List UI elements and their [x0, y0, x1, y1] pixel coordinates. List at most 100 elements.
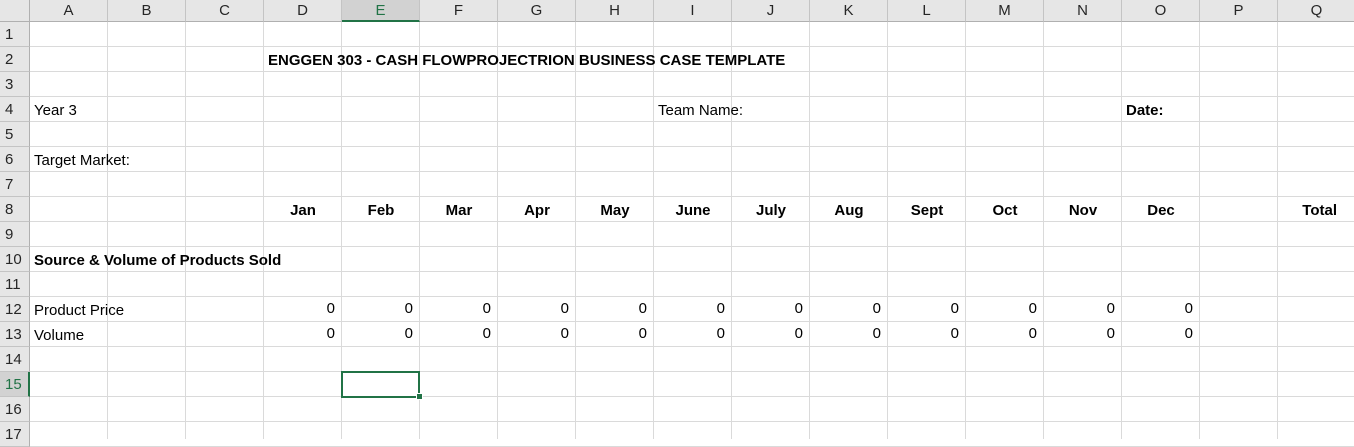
- gridline-vertical: [887, 22, 888, 439]
- gridline-horizontal: [30, 371, 1354, 372]
- row-header-9[interactable]: 9: [0, 222, 30, 247]
- month-header-may[interactable]: May: [576, 199, 654, 223]
- select-all-corner[interactable]: [0, 0, 30, 22]
- column-header-o[interactable]: O: [1122, 0, 1200, 22]
- gridline-horizontal: [30, 46, 1354, 47]
- cell-date-label[interactable]: Date:: [1126, 99, 1164, 123]
- gridline-horizontal: [30, 196, 1354, 197]
- month-header-nov[interactable]: Nov: [1044, 199, 1122, 223]
- month-header-july[interactable]: July: [732, 199, 810, 223]
- month-header-sept[interactable]: Sept: [888, 199, 966, 223]
- month-header-aug[interactable]: Aug: [810, 199, 888, 223]
- product-price-cell-may[interactable]: 0: [576, 297, 650, 321]
- fill-handle[interactable]: [416, 393, 423, 400]
- column-header-i[interactable]: I: [654, 0, 732, 22]
- product-price-cell-mar[interactable]: 0: [420, 297, 494, 321]
- gridline-horizontal: [30, 246, 1354, 247]
- product-price-cell-july[interactable]: 0: [732, 297, 806, 321]
- active-cell-selection[interactable]: [341, 371, 420, 398]
- column-header-g[interactable]: G: [498, 0, 576, 22]
- volume-cell-apr[interactable]: 0: [498, 322, 572, 346]
- column-header-m[interactable]: M: [966, 0, 1044, 22]
- volume-cell-dec[interactable]: 0: [1122, 322, 1196, 346]
- row-header-4[interactable]: 4: [0, 97, 30, 122]
- product-price-cell-aug[interactable]: 0: [810, 297, 884, 321]
- column-header-h[interactable]: H: [576, 0, 654, 22]
- row-header-13[interactable]: 13: [0, 322, 30, 347]
- month-header-feb[interactable]: Feb: [342, 199, 420, 223]
- product-price-cell-feb[interactable]: 0: [342, 297, 416, 321]
- sheet-title[interactable]: ENGGEN 303 - CASH FLOWPROJECTRION BUSINE…: [268, 49, 785, 73]
- row-header-2[interactable]: 2: [0, 47, 30, 72]
- product-price-cell-nov[interactable]: 0: [1044, 297, 1118, 321]
- gridline-horizontal: [30, 146, 1354, 147]
- cell-team-name-label[interactable]: Team Name:: [658, 99, 743, 123]
- gridline-vertical: [263, 22, 264, 439]
- volume-cell-may[interactable]: 0: [576, 322, 650, 346]
- volume-cell-sept[interactable]: 0: [888, 322, 962, 346]
- cell-volume-label[interactable]: Volume: [34, 324, 84, 348]
- cell-target-market-label[interactable]: Target Market:: [34, 149, 130, 173]
- column-header-c[interactable]: C: [186, 0, 264, 22]
- column-header-d[interactable]: D: [264, 0, 342, 22]
- row-header-16[interactable]: 16: [0, 397, 30, 422]
- column-header-k[interactable]: K: [810, 0, 888, 22]
- gridline-vertical: [731, 22, 732, 439]
- volume-cell-feb[interactable]: 0: [342, 322, 416, 346]
- column-header-j[interactable]: J: [732, 0, 810, 22]
- gridline-horizontal: [30, 396, 1354, 397]
- row-header-1[interactable]: 1: [0, 22, 30, 47]
- volume-cell-mar[interactable]: 0: [420, 322, 494, 346]
- volume-cell-june[interactable]: 0: [654, 322, 728, 346]
- section-heading[interactable]: Source & Volume of Products Sold: [34, 249, 281, 273]
- column-header-p[interactable]: P: [1200, 0, 1278, 22]
- row-header-17[interactable]: 17: [0, 422, 30, 447]
- volume-cell-july[interactable]: 0: [732, 322, 806, 346]
- total-header[interactable]: Total: [1278, 199, 1340, 223]
- volume-cell-aug[interactable]: 0: [810, 322, 884, 346]
- month-header-mar[interactable]: Mar: [420, 199, 498, 223]
- volume-cell-jan[interactable]: 0: [264, 322, 338, 346]
- row-header-3[interactable]: 3: [0, 72, 30, 97]
- product-price-cell-june[interactable]: 0: [654, 297, 728, 321]
- cell-product-price-label[interactable]: Product Price: [34, 299, 124, 323]
- gridline-vertical: [1121, 22, 1122, 439]
- spreadsheet-grid[interactable]: ABCDEFGHIJKLMNOPQ 1 2 3 4 5 6 7 8 9 10 11 12 13 14 15 1…: [0, 0, 1354, 447]
- column-header-l[interactable]: L: [888, 0, 966, 22]
- gridline-vertical: [497, 22, 498, 439]
- gridline-vertical: [809, 22, 810, 439]
- row-header-12[interactable]: 12: [0, 297, 30, 322]
- column-header-n[interactable]: N: [1044, 0, 1122, 22]
- volume-cell-oct[interactable]: 0: [966, 322, 1040, 346]
- row-header-7[interactable]: 7: [0, 172, 30, 197]
- column-header-a[interactable]: A: [30, 0, 108, 22]
- month-header-apr[interactable]: Apr: [498, 199, 576, 223]
- product-price-cell-oct[interactable]: 0: [966, 297, 1040, 321]
- gridline-vertical: [107, 22, 108, 439]
- row-header-15[interactable]: 15: [0, 372, 30, 397]
- row-header-5[interactable]: 5: [0, 122, 30, 147]
- product-price-cell-apr[interactable]: 0: [498, 297, 572, 321]
- column-header-e[interactable]: E: [342, 0, 420, 22]
- gridline-vertical: [575, 22, 576, 439]
- product-price-cell-jan[interactable]: 0: [264, 297, 338, 321]
- row-header-14[interactable]: 14: [0, 347, 30, 372]
- month-header-oct[interactable]: Oct: [966, 199, 1044, 223]
- column-header-f[interactable]: F: [420, 0, 498, 22]
- column-header-b[interactable]: B: [108, 0, 186, 22]
- gridline-vertical: [1199, 22, 1200, 439]
- month-header-jan[interactable]: Jan: [264, 199, 342, 223]
- product-price-cell-sept[interactable]: 0: [888, 297, 962, 321]
- cell-year[interactable]: Year 3: [34, 99, 77, 123]
- gridline-horizontal: [30, 346, 1354, 347]
- month-header-june[interactable]: June: [654, 199, 732, 223]
- row-header-6[interactable]: 6: [0, 147, 30, 172]
- product-price-cell-dec[interactable]: 0: [1122, 297, 1196, 321]
- month-header-dec[interactable]: Dec: [1122, 199, 1200, 223]
- column-header-q[interactable]: Q: [1278, 0, 1354, 22]
- row-header-10[interactable]: 10: [0, 247, 30, 272]
- gridline-vertical: [653, 22, 654, 439]
- volume-cell-nov[interactable]: 0: [1044, 322, 1118, 346]
- row-header-11[interactable]: 11: [0, 272, 30, 297]
- row-header-8[interactable]: 8: [0, 197, 30, 222]
